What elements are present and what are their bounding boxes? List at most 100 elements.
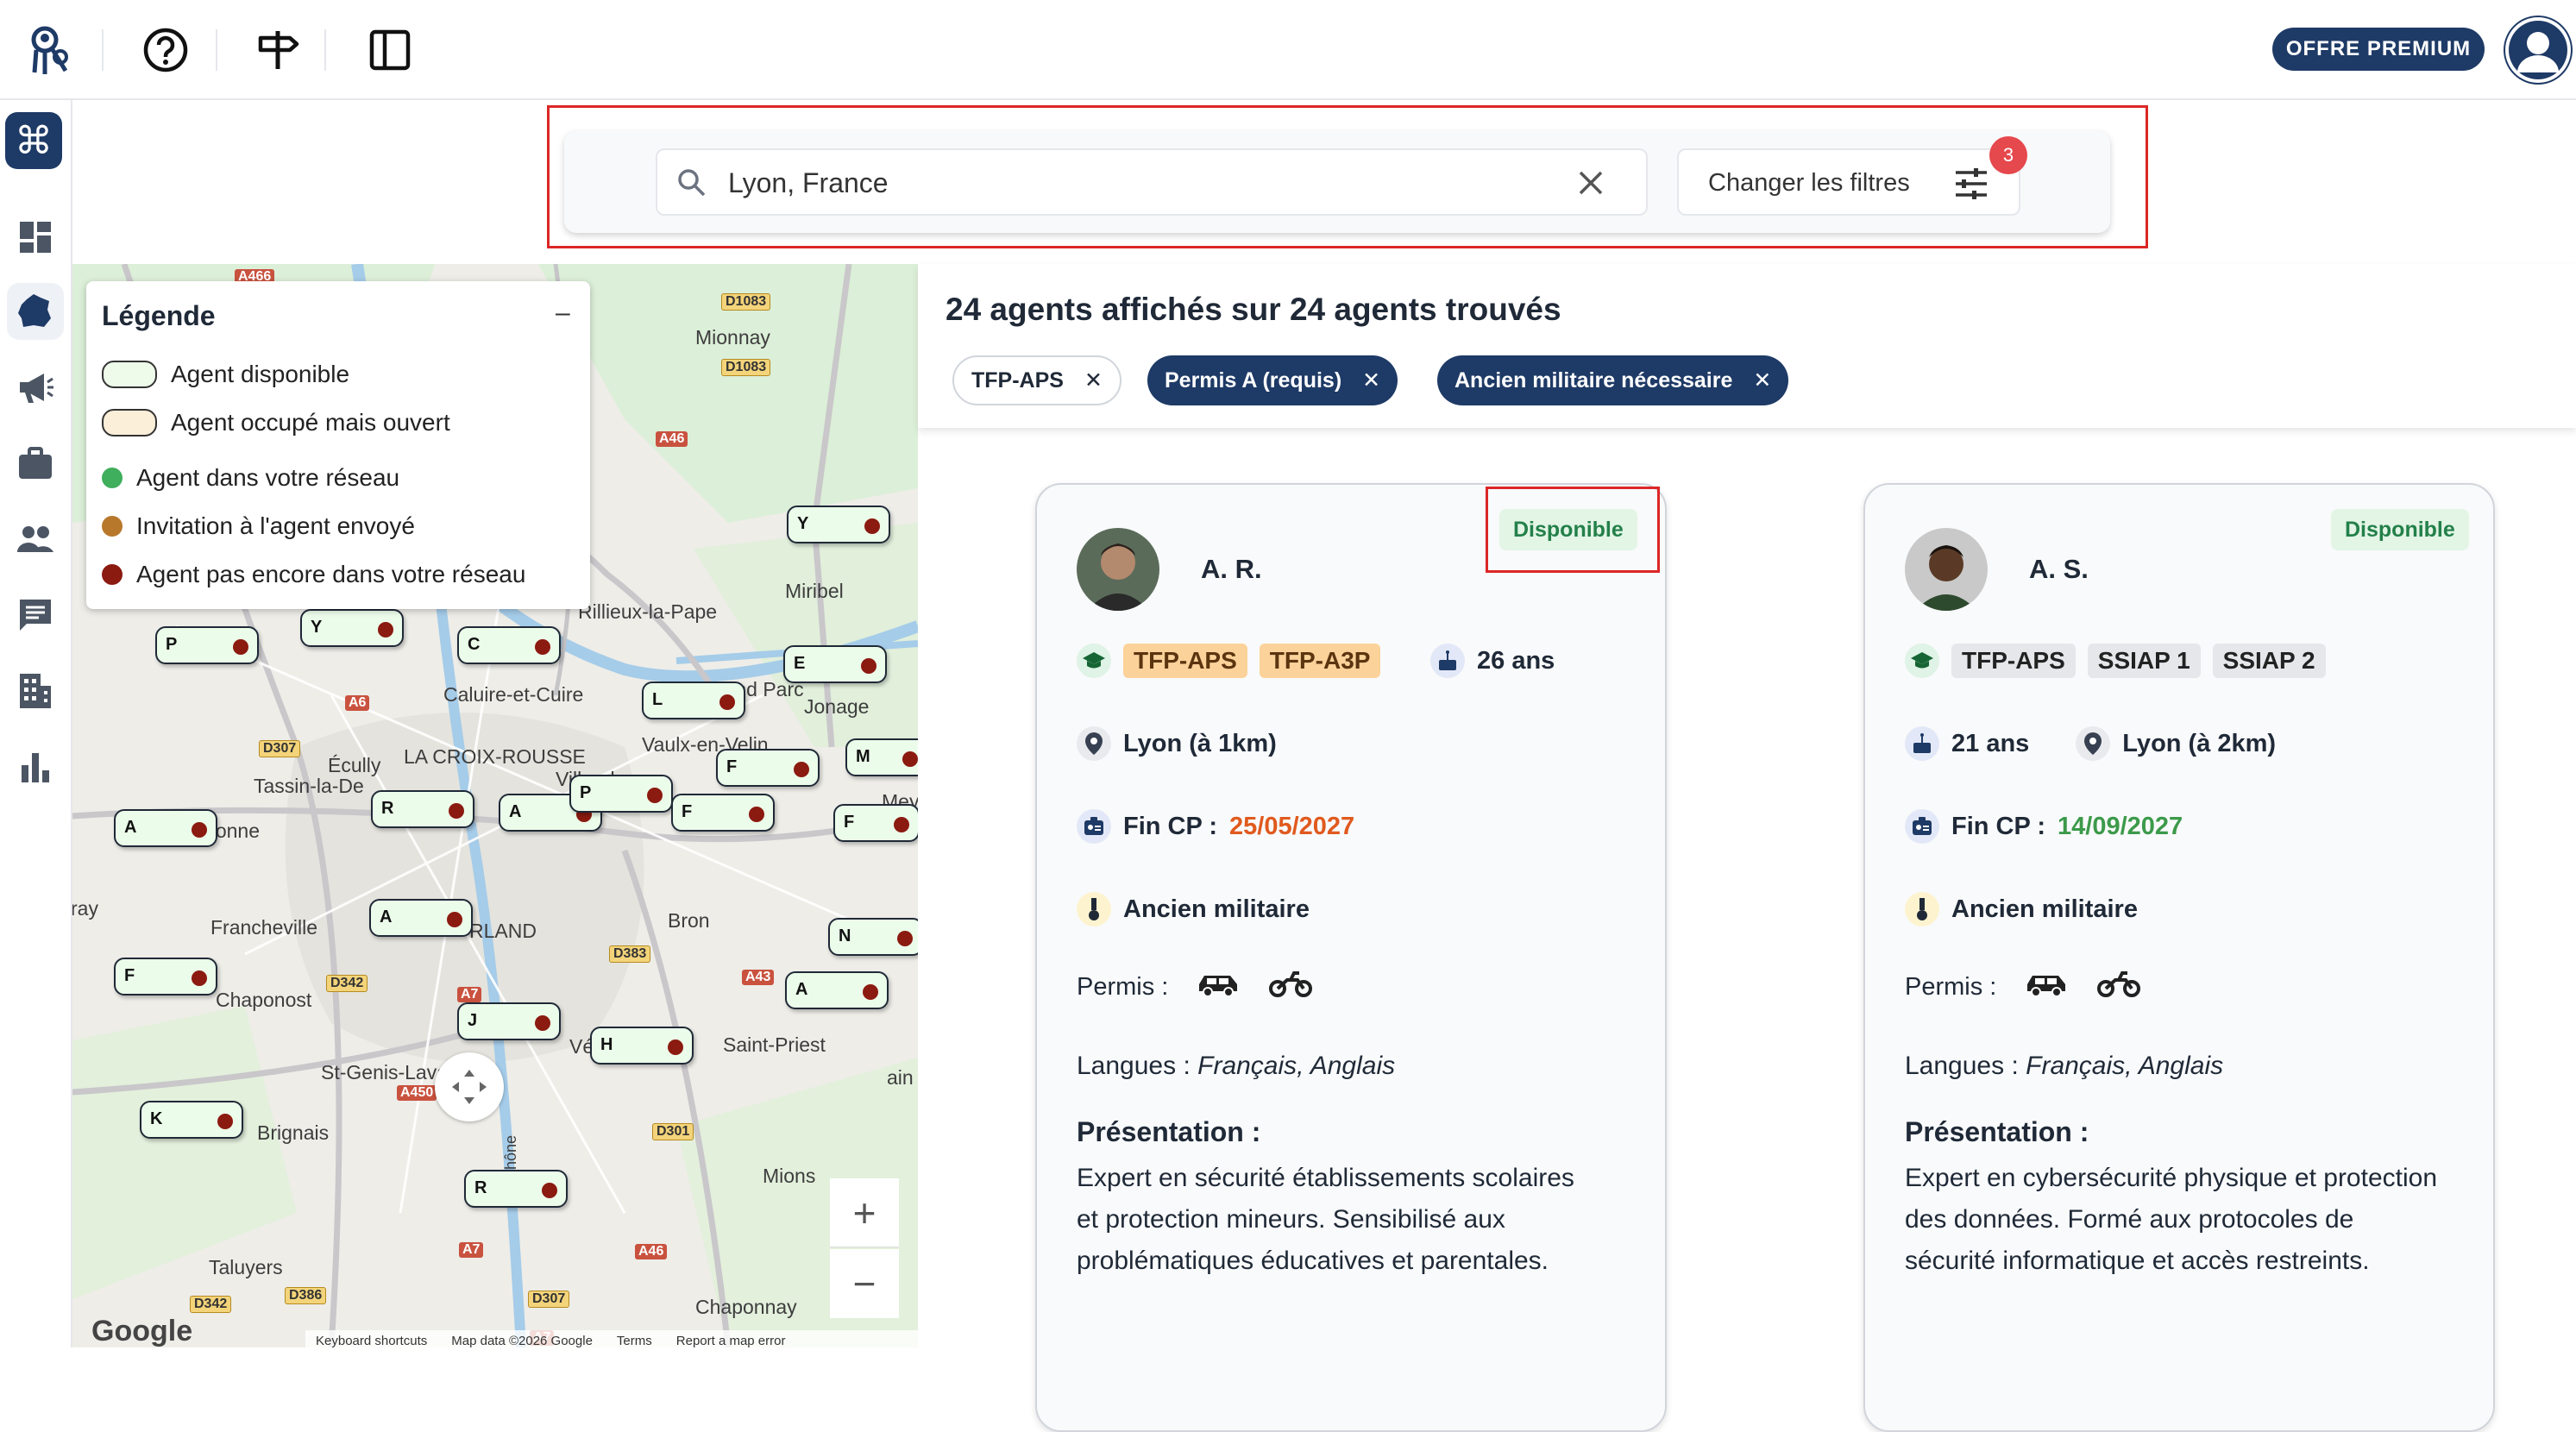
app-logo-icon[interactable] <box>24 22 79 78</box>
filter-chip[interactable]: TFP-APS ✕ <box>952 355 1122 405</box>
close-icon[interactable]: ✕ <box>1753 367 1771 393</box>
qualifications-row: TFP-APS SSIAP 1 SSIAP 2 <box>1905 644 2326 678</box>
zoom-in-button[interactable]: + <box>830 1178 899 1247</box>
map-place-label: RLAND <box>469 920 537 942</box>
age-row: 26 ans <box>1430 644 1555 678</box>
pin-status-dot <box>192 822 207 838</box>
legend-label: Agent occupé mais ouvert <box>171 409 450 436</box>
pin-initial: C <box>468 635 481 654</box>
map-place-label: Francheville <box>210 916 317 939</box>
agent-map-pin[interactable]: J <box>457 1002 561 1040</box>
team-icon[interactable] <box>7 511 64 568</box>
agent-map-pin[interactable]: F <box>716 749 820 787</box>
busy-open-swatch <box>102 409 157 437</box>
agent-map-pin[interactable]: R <box>464 1170 568 1208</box>
pin-initial: R <box>381 799 394 818</box>
medal-icon <box>1905 892 1939 926</box>
terms-link[interactable]: Terms <box>617 1334 652 1348</box>
pin-status-dot <box>192 970 207 986</box>
fin-cp-date: 14/09/2027 <box>2058 812 2183 840</box>
briefcase-icon[interactable] <box>7 435 64 492</box>
permis-label: Permis : <box>1905 972 1997 1001</box>
agent-card[interactable]: Disponible A. R. TFP-APS TFP-A3P 26 ans … <box>1035 483 1667 1432</box>
fin-cp-label: Fin CP : <box>1951 812 2046 840</box>
agent-map-pin[interactable]: E <box>783 645 887 683</box>
presentation-title: Présentation : <box>1905 1116 2089 1147</box>
qualification-tag: TFP-APS <box>1123 644 1247 678</box>
command-icon[interactable]: ⌘ <box>5 112 62 169</box>
sidebar-toggle-icon[interactable] <box>362 22 418 78</box>
agent-map-pin[interactable]: N <box>828 918 918 956</box>
legend-collapse-button[interactable]: – <box>556 298 570 328</box>
fin-cp-row: Fin CP : 14/09/2027 <box>1905 809 2183 844</box>
divider <box>216 29 217 71</box>
road-shield: D342 <box>326 975 368 992</box>
dashboard-icon[interactable] <box>7 209 64 266</box>
pin-initial: F <box>844 813 855 832</box>
pin-initial: N <box>839 926 851 945</box>
agent-map-pin[interactable]: R <box>371 790 474 828</box>
pin-initial: A <box>124 818 137 837</box>
chat-icon[interactable] <box>7 587 64 644</box>
agent-map-pin[interactable]: F <box>833 804 918 842</box>
help-icon[interactable] <box>138 22 193 78</box>
agent-map-pin[interactable]: K <box>140 1101 243 1139</box>
zoom-out-button[interactable]: − <box>830 1249 899 1318</box>
user-avatar[interactable] <box>2504 16 2573 85</box>
agent-map-pin[interactable]: A <box>785 971 889 1009</box>
pin-status-dot <box>794 762 809 777</box>
report-error-link[interactable]: Report a map error <box>676 1334 786 1348</box>
qualification-tag: SSIAP 1 <box>2087 644 2201 678</box>
military-label: Ancien militaire <box>1951 895 2138 923</box>
languages-label: Langues : <box>1077 1052 1191 1080</box>
map-legend: Légende – Agent disponible Agent occupé … <box>86 281 590 609</box>
signpost-icon[interactable] <box>250 22 305 78</box>
legend-item: Invitation à l'agent envoyé <box>102 512 415 540</box>
results-header: 24 agents affichés sur 24 agents trouvés… <box>918 264 2576 428</box>
agent-map-pin[interactable]: A <box>114 809 217 847</box>
map-data-text: Map data ©2026 Google <box>451 1333 593 1348</box>
pin-initial: L <box>652 690 663 709</box>
agent-map-pin[interactable]: C <box>457 626 561 664</box>
filter-chip[interactable]: Ancien militaire nécessaire ✕ <box>1437 355 1789 405</box>
map-place-label: Mionnay <box>695 326 770 349</box>
pin-initial: H <box>600 1035 613 1054</box>
agent-map-pin[interactable]: H <box>590 1027 694 1065</box>
close-icon[interactable]: ✕ <box>1362 367 1380 393</box>
agent-map-pin[interactable]: P <box>569 775 673 813</box>
premium-offer-button[interactable]: OFFRE PREMIUM <box>2272 28 2485 71</box>
agent-map-pin[interactable]: F <box>671 794 775 832</box>
agent-card[interactable]: Disponible A. S. TFP-APS SSIAP 1 SSIAP 2… <box>1863 483 2495 1432</box>
location-pin-icon <box>2076 726 2111 761</box>
keyboard-shortcuts-link[interactable]: Keyboard shortcuts <box>316 1334 427 1348</box>
fin-cp-row: Fin CP : 25/05/2027 <box>1077 809 1354 844</box>
road-shield: A7 <box>459 1242 484 1258</box>
agent-map-pin[interactable]: A <box>369 899 473 937</box>
agent-map-pin[interactable]: M <box>845 738 918 776</box>
presentation-title: Présentation : <box>1077 1116 1261 1147</box>
map-fullscreen-button[interactable] <box>435 1052 504 1121</box>
chip-label: Ancien militaire nécessaire <box>1454 367 1733 393</box>
agent-map-pin[interactable]: L <box>642 681 745 719</box>
agent-map-pin[interactable]: Y <box>787 506 890 543</box>
languages-value: Français, Anglais <box>2026 1052 2224 1080</box>
pin-initial: A <box>795 980 808 999</box>
france-map-icon[interactable] <box>7 283 64 340</box>
map-place-label: Taluyers <box>209 1256 283 1278</box>
agent-map-pin[interactable]: F <box>114 958 217 995</box>
filter-chip[interactable]: Permis A (requis) ✕ <box>1147 355 1398 405</box>
highlight-box-search <box>547 105 2148 248</box>
legend-item: Agent occupé mais ouvert <box>102 409 450 437</box>
pin-status-dot <box>449 803 464 819</box>
pin-initial: F <box>682 802 693 821</box>
military-row: Ancien militaire <box>1905 892 2138 926</box>
agent-map-pin[interactable]: Y <box>300 609 404 647</box>
agent-map-pin[interactable]: P <box>155 626 259 664</box>
legend-item: Agent pas encore dans votre réseau <box>102 561 525 588</box>
stats-icon[interactable] <box>7 738 64 795</box>
building-icon[interactable] <box>7 663 64 719</box>
legend-item: Agent disponible <box>102 361 349 388</box>
megaphone-icon[interactable] <box>7 359 64 416</box>
close-icon[interactable]: ✕ <box>1084 367 1103 393</box>
not-in-network-dot <box>102 564 123 585</box>
